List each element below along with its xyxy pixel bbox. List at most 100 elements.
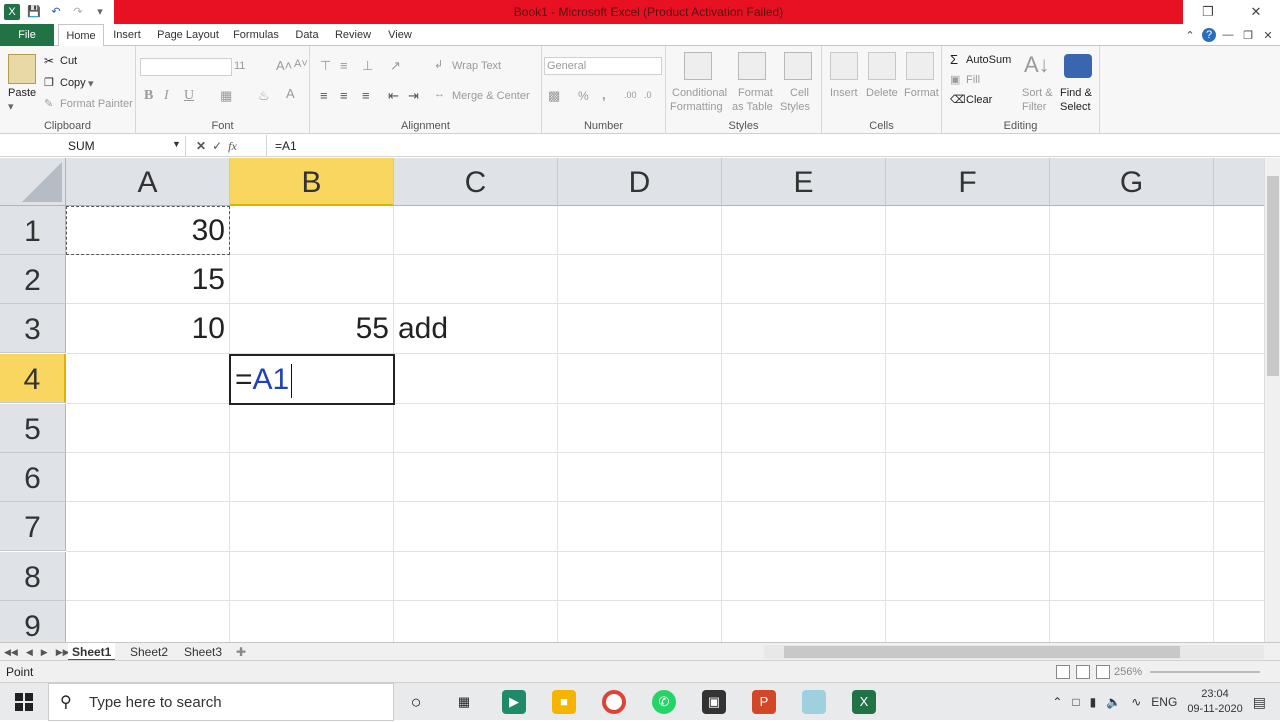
cortana-icon[interactable]: ○ (404, 690, 428, 714)
zoom-slider[interactable] (1150, 671, 1260, 673)
horizontal-scrollbar[interactable] (764, 645, 1264, 659)
formula-input[interactable]: =A1 (266, 135, 1266, 157)
sort-filter-icon[interactable]: A↓ (1024, 52, 1050, 78)
horizontal-scroll-thumb[interactable] (784, 646, 1180, 658)
column-header-f[interactable]: F (886, 158, 1050, 206)
binoculars-icon[interactable] (1064, 54, 1092, 78)
row-header-9[interactable]: 9 (0, 601, 66, 642)
shrink-font-icon[interactable]: A˅ (294, 58, 308, 70)
cell-a3[interactable]: 10 (66, 304, 230, 353)
restore-workbook-icon[interactable]: ❐ (1240, 29, 1256, 42)
format-as-table-button[interactable]: Format (738, 87, 773, 99)
row-header-3[interactable]: 3 (0, 304, 66, 353)
volume-icon[interactable]: 🔈 (1106, 695, 1121, 709)
cell-styles-icon[interactable] (784, 52, 812, 80)
language-indicator[interactable]: ENG (1151, 695, 1177, 709)
cell-b3[interactable]: 55 (230, 304, 394, 353)
meet-now-icon[interactable]: □ (1072, 695, 1079, 709)
vertical-scrollbar[interactable] (1264, 158, 1280, 642)
column-header-b[interactable]: B (230, 158, 394, 206)
delete-cells-button[interactable]: Delete (866, 87, 898, 99)
minimize-ribbon-icon[interactable]: ⌃ (1182, 29, 1198, 42)
tab-data[interactable]: Data (292, 24, 322, 46)
column-header-d[interactable]: D (558, 158, 722, 206)
active-cell-b4[interactable]: =A1 (229, 354, 395, 405)
paste-button[interactable]: Paste (8, 87, 36, 99)
taskbar-search-input[interactable]: Type here to search (48, 683, 394, 721)
row-header-5[interactable]: 5 (0, 404, 66, 453)
save-icon[interactable]: 💾 (26, 4, 42, 20)
row-header-1[interactable]: 1 (0, 206, 66, 255)
number-format-select[interactable]: General (544, 57, 662, 75)
column-header-a[interactable]: A (66, 158, 230, 206)
column-header-e[interactable]: E (722, 158, 886, 206)
find-select-button[interactable]: Find & (1060, 87, 1092, 99)
decrease-indent-icon[interactable]: ⇤ (388, 88, 399, 104)
start-button[interactable] (0, 683, 48, 721)
comma-button[interactable]: , (602, 87, 606, 102)
orientation-icon[interactable]: ↗ (390, 58, 401, 74)
page-layout-view-icon[interactable] (1076, 665, 1090, 679)
format-painter-button[interactable]: Format Painter (60, 98, 133, 110)
insert-cells-icon[interactable] (830, 52, 858, 80)
first-sheet-icon[interactable]: ◀◀ (4, 647, 18, 658)
prev-sheet-icon[interactable]: ◀ (26, 647, 33, 658)
align-left-icon[interactable]: ≡ (320, 88, 328, 103)
vertical-scroll-thumb[interactable] (1267, 176, 1279, 376)
delete-cells-icon[interactable] (868, 52, 896, 80)
cancel-icon[interactable]: ✕ (196, 139, 206, 153)
tab-review[interactable]: Review (332, 24, 374, 46)
app-icon-blue[interactable] (802, 690, 826, 714)
clear-button[interactable]: Clear (966, 94, 992, 106)
column-header-g[interactable]: G (1050, 158, 1214, 206)
task-view-icon[interactable]: ▦ (452, 690, 476, 714)
sort-filter-button[interactable]: Sort & (1022, 87, 1053, 99)
font-name-input[interactable] (140, 58, 232, 76)
font-color-icon[interactable]: A (286, 86, 295, 101)
whatsapp-icon[interactable]: ✆ (652, 690, 676, 714)
wrap-text-button[interactable]: Wrap Text (452, 60, 501, 72)
close-workbook-icon[interactable]: ✕ (1260, 29, 1276, 42)
battery-icon[interactable]: ▮ (1090, 695, 1097, 709)
align-center-icon[interactable]: ≡ (340, 88, 348, 103)
grow-font-icon[interactable]: A˄ (276, 58, 292, 73)
select-all-corner[interactable] (0, 158, 66, 206)
insert-function-icon[interactable]: fx (228, 139, 237, 154)
minimize-icon[interactable]: — (1220, 29, 1236, 41)
borders-icon[interactable]: ▦ (220, 88, 232, 104)
chrome-icon[interactable] (602, 690, 626, 714)
format-as-table-icon[interactable] (738, 52, 766, 80)
tab-view[interactable]: View (384, 24, 416, 46)
merge-center-button[interactable]: Merge & Center (452, 90, 530, 102)
copy-button[interactable]: Copy (60, 77, 86, 89)
sheet-tab-1[interactable]: Sheet1 (68, 643, 116, 661)
sheet-tab-3[interactable]: Sheet3 (180, 643, 226, 661)
percent-button[interactable]: % (578, 89, 589, 103)
fill-color-icon[interactable]: ♨ (258, 88, 270, 104)
align-right-icon[interactable]: ≡ (362, 88, 370, 103)
cell-a2[interactable]: 15 (66, 255, 230, 304)
undo-icon[interactable]: ↶ (48, 4, 64, 20)
format-cells-icon[interactable] (906, 52, 934, 80)
close-icon[interactable]: ✕ (1232, 0, 1280, 24)
underline-button[interactable]: U (184, 88, 194, 104)
zoom-level[interactable]: 256% (1114, 661, 1142, 683)
conditional-formatting-icon[interactable] (684, 52, 712, 80)
tab-home[interactable]: Home (58, 24, 104, 47)
tab-file[interactable]: File (0, 24, 54, 46)
insert-cells-button[interactable]: Insert (830, 87, 858, 99)
bold-button[interactable]: B (144, 88, 153, 104)
conditional-formatting-button[interactable]: Conditional (672, 87, 727, 99)
row-header-6[interactable]: 6 (0, 453, 66, 502)
app-icon-green[interactable]: ▶ (502, 690, 526, 714)
normal-view-icon[interactable] (1056, 665, 1070, 679)
name-box[interactable]: SUM (0, 136, 186, 156)
increase-decimal-icon[interactable]: .00 (624, 90, 637, 100)
accounting-format-icon[interactable]: ▩ (548, 88, 560, 104)
row-header-8[interactable]: 8 (0, 552, 66, 601)
notifications-icon[interactable]: ▤ (1253, 694, 1266, 711)
redo-icon[interactable]: ↷ (70, 4, 86, 20)
align-top-icon[interactable]: ⊤ (320, 58, 331, 74)
row-header-7[interactable]: 7 (0, 502, 66, 551)
format-cells-button[interactable]: Format (904, 87, 939, 99)
